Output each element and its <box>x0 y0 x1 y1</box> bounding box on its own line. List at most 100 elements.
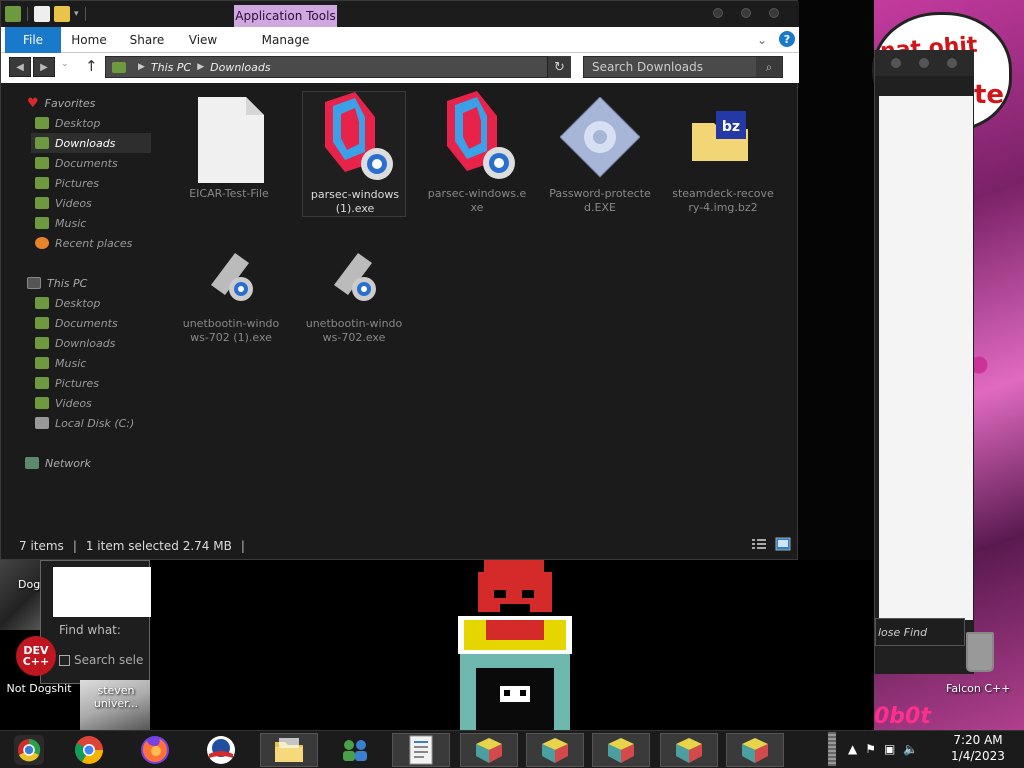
nav-item-music[interactable]: Music <box>35 213 86 233</box>
chrome-taskbar-button[interactable] <box>60 733 118 767</box>
nav-item-documents[interactable]: Documents <box>35 313 118 333</box>
parsec-icon <box>447 91 515 179</box>
breadcrumb-downloads[interactable]: Downloads <box>210 61 270 74</box>
file-explorer-taskbar-button[interactable] <box>260 733 318 767</box>
chrome-icon <box>75 736 103 764</box>
nav-network-label: Network <box>45 456 91 470</box>
tab-manage[interactable]: Manage <box>234 27 337 53</box>
desktop-icon-label[interactable]: Falcon C++ <box>946 682 1010 695</box>
nav-network[interactable]: Network <box>25 453 91 473</box>
find-dialog-window[interactable]: Find what: Search sele <box>40 560 151 684</box>
network-status-icon[interactable]: ▣ <box>884 742 895 756</box>
maximize-button[interactable] <box>741 8 751 18</box>
background-window-titlebar[interactable] <box>875 50 974 76</box>
firefox-taskbar-button[interactable] <box>126 733 184 767</box>
ribbon-tabs: File Home Share View Manage ⌄ ? <box>1 27 799 53</box>
minimize-button[interactable] <box>713 8 723 18</box>
start-icon <box>14 735 44 765</box>
nav-item-videos[interactable]: Videos <box>35 193 92 213</box>
file-item[interactable]: unetbootin-windows-702 (1).exe <box>179 221 283 347</box>
title-bar[interactable]: ▾ Application Tools <box>1 1 799 27</box>
search-selection-option[interactable]: Search sele <box>59 653 143 667</box>
nav-item-pictures[interactable]: Pictures <box>35 373 99 393</box>
cube-app-taskbar-button[interactable] <box>592 733 650 767</box>
volume-icon[interactable]: 🔈 <box>903 742 918 756</box>
nav-item-downloads[interactable]: Downloads <box>35 333 115 353</box>
close-button[interactable] <box>769 8 779 18</box>
desktop-thumbnail[interactable] <box>0 560 40 630</box>
file-item[interactable]: parsec-windows (1).exe <box>302 91 406 217</box>
tab-home[interactable]: Home <box>65 27 113 53</box>
obama-logo-taskbar-button[interactable] <box>192 733 250 767</box>
network-app-taskbar-button[interactable] <box>326 733 384 767</box>
properties-icon[interactable] <box>34 6 50 22</box>
nav-item-pictures[interactable]: Pictures <box>35 173 99 193</box>
application-tools-context-tab[interactable]: Application Tools <box>234 5 337 27</box>
nav-item-local-disk[interactable]: Local Disk (C:) <box>35 413 134 433</box>
nav-item-desktop[interactable]: Desktop <box>35 113 100 133</box>
document-taskbar-button[interactable] <box>392 733 450 767</box>
clock[interactable]: 7:20 AM 1/4/2023 <box>940 732 1016 764</box>
desktop-icon-label[interactable]: steven univer... <box>88 684 144 710</box>
chevron-up-icon[interactable]: ▲ <box>848 742 857 756</box>
nav-item-music[interactable]: Music <box>35 353 86 373</box>
breadcrumb-separator-icon[interactable]: ▶ <box>197 62 204 72</box>
nav-item-videos[interactable]: Videos <box>35 393 92 413</box>
cube-app-taskbar-button[interactable] <box>660 733 718 767</box>
desktop-icon-label[interactable]: Dog <box>18 578 40 591</box>
file-item[interactable]: bz steamdeck-recovery-4.img.bz2 <box>671 91 775 217</box>
breadcrumb-separator-icon[interactable]: ▶ <box>138 62 145 72</box>
checkbox-icon[interactable] <box>59 654 70 666</box>
file-item[interactable]: EICAR-Test-File <box>177 91 281 217</box>
cube-app-taskbar-button[interactable] <box>460 733 518 767</box>
cube-app-taskbar-button[interactable] <box>726 733 784 767</box>
nav-this-pc[interactable]: This PC <box>27 273 87 293</box>
tab-file[interactable]: File <box>5 27 61 53</box>
file-item[interactable]: unetbootin-windows-702.exe <box>302 221 406 347</box>
search-input[interactable]: Search Downloads ⌕ <box>583 56 783 78</box>
start-button[interactable] <box>0 733 58 767</box>
nav-item-documents[interactable]: Documents <box>35 153 118 173</box>
recent-locations-icon[interactable]: ⌄ <box>61 59 69 69</box>
search-icon[interactable]: ⌕ <box>756 57 782 77</box>
forward-button[interactable]: ▶ <box>33 57 55 77</box>
recycle-bin-icon[interactable] <box>966 632 994 672</box>
nav-item-desktop[interactable]: Desktop <box>35 293 100 313</box>
window-control-icon[interactable] <box>919 58 929 68</box>
cube-app-taskbar-button[interactable] <box>526 733 584 767</box>
refresh-icon[interactable]: ↻ <box>547 56 571 78</box>
address-bar[interactable]: ▶ This PC ▶ Downloads <box>105 56 571 78</box>
videos-folder-icon <box>35 397 49 409</box>
taskbar-grip[interactable] <box>828 732 836 766</box>
file-item[interactable]: parsec-windows.exe <box>425 91 529 217</box>
explorer-app-icon[interactable] <box>5 6 21 22</box>
details-view-icon[interactable] <box>751 537 767 551</box>
up-arrow-icon[interactable]: ↑ <box>85 57 98 75</box>
flag-icon[interactable]: ⚑ <box>865 742 876 756</box>
window-control-icon[interactable] <box>891 58 901 68</box>
balloon-text: te <box>974 80 1005 110</box>
window-control-icon[interactable] <box>947 58 957 68</box>
file-item[interactable]: Password-protected.EXE <box>548 91 652 217</box>
chevron-down-icon[interactable]: ▾ <box>74 9 79 19</box>
file-name: unetbootin-windows-702.exe <box>305 317 403 344</box>
tab-share[interactable]: Share <box>121 27 173 53</box>
nav-favorites[interactable]: ♥ Favorites <box>27 93 95 113</box>
file-name: parsec-windows (1).exe <box>310 188 400 215</box>
large-icons-view-icon[interactable] <box>775 537 791 551</box>
background-window-right[interactable]: lose Find <box>874 50 974 674</box>
new-folder-icon[interactable] <box>54 6 70 22</box>
nav-item-recent-places[interactable]: Recent places <box>35 233 132 253</box>
help-icon[interactable]: ? <box>779 31 795 47</box>
close-find-button[interactable]: lose Find <box>875 618 965 646</box>
back-button[interactable]: ◀ <box>9 57 31 77</box>
nav-item-downloads[interactable]: Downloads <box>31 133 151 153</box>
nav-item-label: Recent places <box>55 236 133 250</box>
tab-view[interactable]: View <box>181 27 225 53</box>
expand-ribbon-icon[interactable]: ⌄ <box>757 33 767 47</box>
clock-time: 7:20 AM <box>953 733 1003 747</box>
file-explorer-window[interactable]: ▾ Application Tools File Home Share View… <box>0 0 799 560</box>
breadcrumb-this-pc[interactable]: This PC <box>151 61 191 74</box>
desktop-icon-label[interactable]: Not Dogshit <box>4 682 74 695</box>
devcpp-icon[interactable]: DEV C++ <box>16 636 56 676</box>
